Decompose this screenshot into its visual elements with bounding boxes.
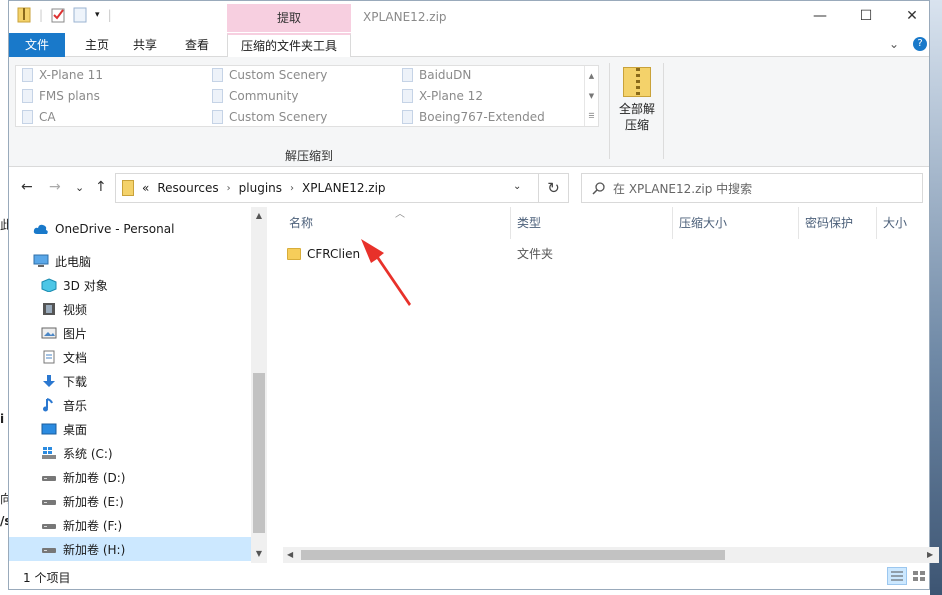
details-view-button[interactable] <box>887 567 907 585</box>
desktop-background <box>930 0 942 595</box>
explorer-window: | ▾ | 提取 XPLANE12.zip — ☐ ✕ 文件 主页 共享 查看 … <box>8 0 939 590</box>
large-icons-view-button[interactable] <box>909 567 929 585</box>
item-count: 1 个项目 <box>23 571 71 585</box>
background-text: i <box>0 412 5 426</box>
details-view-icon <box>891 571 903 581</box>
annotation-arrow <box>361 239 411 306</box>
large-icons-view-icon <box>913 571 925 581</box>
status-bar: 1 个项目 <box>9 563 929 589</box>
